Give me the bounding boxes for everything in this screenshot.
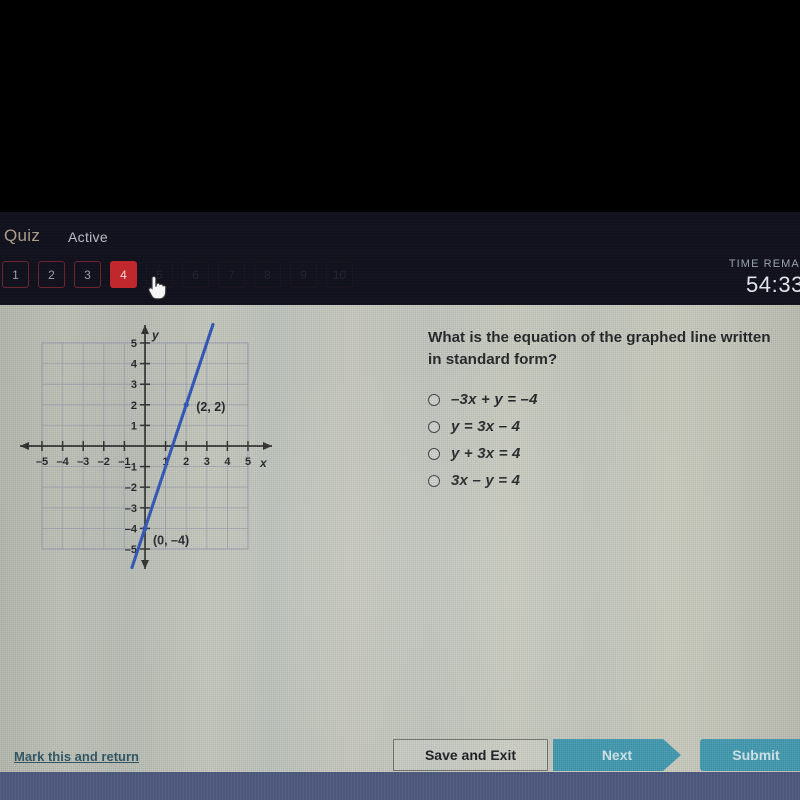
- submit-button[interactable]: Submit: [700, 739, 800, 771]
- next-button[interactable]: Next: [553, 739, 681, 771]
- screen-photo: Quiz Active 1 2 3 4 5 6 7 8 9 10 TIME REMAI 54:33: [0, 0, 800, 800]
- x-axis-arrow-right: [263, 442, 272, 450]
- answer-option-d[interactable]: 3x – y = 4: [428, 467, 788, 494]
- answer-options-list: –3x + y = –4 y = 3x – 4 y + 3x = 4 3x – y =…: [428, 386, 788, 494]
- question-block: What is the equation of the graphed line…: [428, 327, 788, 494]
- time-remaining-value: 54:33: [745, 272, 800, 297]
- quiz-header-titles: Quiz Active: [0, 226, 800, 252]
- question-tab-label: 10: [332, 267, 347, 282]
- time-remaining-label: TIME REMAI: [728, 258, 800, 270]
- question-tab-label: 3: [84, 267, 91, 282]
- x-axis-arrow-left: [20, 442, 29, 450]
- question-tab-label: 7: [228, 267, 235, 282]
- radio-button-c[interactable]: [428, 447, 440, 460]
- question-tab-label: 5: [156, 267, 163, 282]
- y-tick-label: 4: [131, 359, 138, 371]
- point-annotation: (0, –4): [153, 533, 189, 547]
- question-number-tabs: 1 2 3 4 5 6 7 8 9 10: [2, 261, 353, 288]
- question-tab-8[interactable]: 8: [254, 261, 281, 288]
- answer-option-c[interactable]: y + 3x = 4: [428, 440, 788, 467]
- question-tab-label: 4: [120, 267, 127, 282]
- question-tab-7[interactable]: 7: [218, 261, 245, 288]
- question-tab-2[interactable]: 2: [38, 261, 65, 288]
- question-tab-9[interactable]: 9: [290, 261, 317, 288]
- point-marker: [183, 402, 189, 408]
- y-tick-label: 1: [131, 420, 137, 432]
- black-letterbox-top: [0, 0, 800, 212]
- x-tick-label: –5: [36, 456, 48, 468]
- answer-option-label: y + 3x = 4: [451, 445, 521, 463]
- point-annotation: (2, 2): [196, 400, 225, 414]
- question-tab-label: 2: [48, 267, 55, 282]
- point-marker: [142, 525, 148, 531]
- y-tick-label: –4: [125, 523, 138, 535]
- question-tab-label: 9: [300, 267, 307, 282]
- answer-option-a[interactable]: –3x + y = –4: [428, 386, 788, 413]
- answer-option-label: y = 3x – 4: [451, 418, 521, 436]
- radio-button-b[interactable]: [428, 420, 440, 433]
- question-tab-4[interactable]: 4: [110, 261, 137, 288]
- graph-svg: –5–4–3–2–112345–5–4–3–2–112345 x y (2, 2…: [20, 322, 272, 570]
- y-tick-label: –2: [125, 482, 137, 494]
- x-tick-label: 5: [245, 456, 251, 468]
- y-tick-label: –3: [125, 503, 137, 515]
- radio-button-d[interactable]: [428, 474, 440, 487]
- question-text: What is the equation of the graphed line…: [428, 329, 771, 368]
- x-tick-label: –3: [77, 456, 89, 468]
- question-tab-3[interactable]: 3: [74, 261, 101, 288]
- question-tab-10[interactable]: 10: [326, 261, 353, 288]
- quiz-header-bar: Quiz Active: [0, 212, 800, 305]
- x-tick-label: 4: [224, 456, 231, 468]
- answer-option-b[interactable]: y = 3x – 4: [428, 413, 788, 440]
- answer-option-label: –3x + y = –4: [451, 391, 538, 409]
- y-axis-arrow-up: [141, 325, 149, 334]
- question-tab-label: 1: [12, 267, 19, 282]
- quiz-action-bar: Mark this and return Save and Exit Next …: [0, 735, 800, 772]
- question-tab-1[interactable]: 1: [2, 261, 29, 288]
- x-tick-label: –2: [98, 456, 110, 468]
- answer-option-label: 3x – y = 4: [451, 472, 521, 490]
- y-tick-label: 3: [131, 379, 137, 391]
- question-tab-label: 6: [192, 267, 199, 282]
- y-axis-arrow-down: [141, 560, 149, 569]
- quiz-title: Quiz: [4, 226, 41, 245]
- radio-button-a[interactable]: [428, 393, 440, 406]
- quiz-content-page: –5–4–3–2–112345–5–4–3–2–112345 x y (2, 2…: [0, 305, 800, 772]
- mark-this-and-return-link[interactable]: Mark this and return: [14, 749, 139, 764]
- x-tick-label: 3: [204, 456, 210, 468]
- y-axis-label: y: [151, 328, 160, 342]
- coordinate-graph: –5–4–3–2–112345–5–4–3–2–112345 x y (2, 2…: [8, 315, 298, 585]
- question-tab-6[interactable]: 6: [182, 261, 209, 288]
- footer-band: [0, 772, 800, 800]
- question-tab-5[interactable]: 5: [146, 261, 173, 288]
- graph-tick-labels: –5–4–3–2–112345–5–4–3–2–112345: [36, 338, 251, 556]
- x-tick-label: 2: [183, 456, 189, 468]
- x-tick-label: –4: [56, 456, 69, 468]
- time-remaining-block: TIME REMAI 54:33: [729, 258, 800, 298]
- quiz-status-label: Active: [68, 229, 108, 245]
- save-and-exit-button[interactable]: Save and Exit: [393, 739, 548, 771]
- y-tick-label: 2: [131, 400, 137, 412]
- y-tick-label: –1: [125, 462, 137, 474]
- question-tab-label: 8: [264, 267, 271, 282]
- x-axis-label: x: [259, 456, 268, 470]
- y-tick-label: 5: [131, 338, 137, 350]
